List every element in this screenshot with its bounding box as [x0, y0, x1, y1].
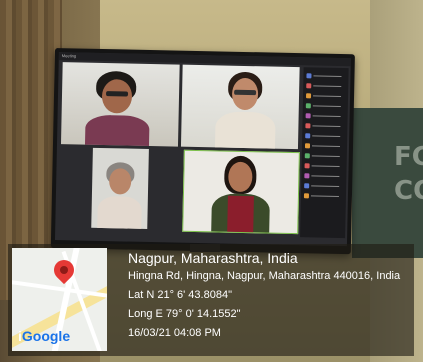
location-map: iGoogle: [12, 248, 107, 351]
datetime-text: 16/03/21 04:08 PM: [128, 327, 221, 339]
participant-tile-4: [182, 149, 300, 235]
longitude-text: Long E 79° 0' 14.1552": [128, 308, 241, 320]
tv-monitor: Meeting: [50, 48, 355, 255]
map-pin-center: [60, 266, 68, 274]
participants-panel: [300, 67, 349, 239]
photo-scene: FCCO Meeting: [0, 0, 423, 362]
address-text: Hingna Rd, Hingna, Nagpur, Maharashtra 4…: [128, 270, 401, 282]
participant-tile-1: [60, 62, 180, 147]
video-conference-screen: Meeting: [54, 52, 351, 247]
latitude-text: Lat N 21° 6' 43.8084": [128, 289, 232, 301]
google-logo: iGoogle: [18, 328, 71, 344]
chalkboard-text: FCCO: [394, 142, 423, 206]
participant-tile-3: [91, 147, 149, 229]
conference-tab-label: Meeting: [61, 53, 77, 59]
place-title: Nagpur, Maharashtra, India: [128, 250, 298, 266]
geotag-info: Nagpur, Maharashtra, India Hingna Rd, Hi…: [128, 250, 400, 343]
participant-tile-2: [180, 64, 300, 150]
